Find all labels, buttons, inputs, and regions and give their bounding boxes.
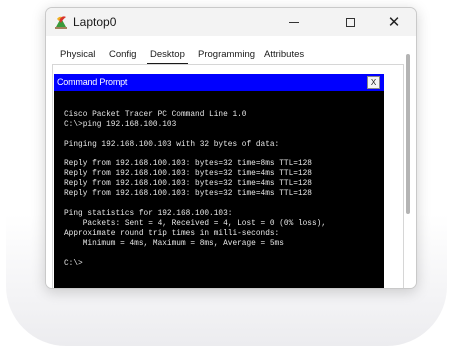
terminal-line: Reply from 192.168.100.103: bytes=32 tim… — [64, 160, 312, 169]
command-prompt-close-button[interactable]: X — [367, 76, 380, 89]
maximize-button[interactable] — [328, 8, 372, 36]
terminal-text: Cisco Packet Tracer PC Command Line 1.0 … — [64, 101, 326, 269]
terminal-line: C:\> — [64, 259, 83, 268]
terminal-line: Approximate round trip times in milli-se… — [64, 229, 280, 238]
terminal-line: Reply from 192.168.100.103: bytes=32 tim… — [64, 180, 312, 189]
terminal-line: Packets: Sent = 4, Received = 4, Lost = … — [64, 219, 327, 228]
minimize-icon — [289, 21, 299, 23]
terminal-line: Pinging 192.168.100.103 with 32 bytes of… — [64, 140, 280, 149]
terminal-line: Reply from 192.168.100.103: bytes=32 tim… — [64, 170, 312, 179]
close-icon: ✕ — [387, 13, 401, 31]
terminal-line: Ping statistics for 192.168.100.103: — [64, 209, 233, 218]
close-window-button[interactable]: ✕ — [372, 8, 416, 36]
app-window: Laptop0 ✕ Physical Config Desktop Progra… — [45, 7, 417, 289]
terminal-line: Reply from 192.168.100.103: bytes=32 tim… — [64, 190, 312, 199]
tab-desktop[interactable]: Desktop — [147, 46, 188, 65]
terminal-line: Cisco Packet Tracer PC Command Line 1.0 — [64, 110, 247, 119]
maximize-icon — [345, 17, 355, 27]
laptop-app-icon — [55, 16, 67, 29]
terminal-line: Minimum = 4ms, Maximum = 8ms, Average = … — [64, 239, 284, 248]
tab-physical[interactable]: Physical — [60, 46, 95, 63]
command-prompt-header: Command Prompt X — [54, 74, 384, 91]
terminal-line: C:\>ping 192.168.100.103 — [64, 120, 177, 129]
terminal-output[interactable]: Cisco Packet Tracer PC Command Line 1.0 … — [54, 91, 384, 288]
window-title: Laptop0 — [73, 15, 117, 29]
tab-attributes[interactable]: Attributes — [264, 46, 304, 63]
window-client-area: Physical Config Desktop Programming Attr… — [46, 36, 416, 288]
title-bar[interactable]: Laptop0 ✕ — [46, 8, 416, 36]
scrollbar-thumb[interactable] — [406, 54, 410, 214]
tab-programming[interactable]: Programming — [198, 46, 255, 63]
command-prompt-title: Command Prompt — [57, 77, 128, 87]
minimize-button[interactable] — [272, 8, 316, 36]
vertical-scrollbar[interactable] — [404, 46, 412, 288]
tab-config[interactable]: Config — [109, 46, 136, 63]
tab-bar: Physical Config Desktop Programming Attr… — [46, 46, 416, 65]
